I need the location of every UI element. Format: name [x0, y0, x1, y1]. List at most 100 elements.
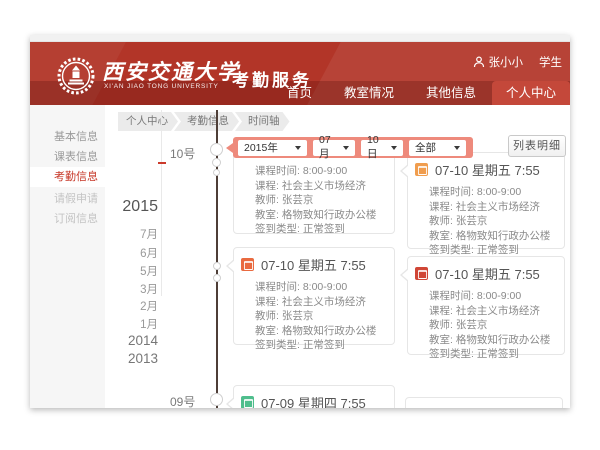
month-dropdown[interactable]: 07月 — [313, 140, 355, 156]
card-header: 07-10 星期五 7:55 — [408, 257, 564, 286]
teacher: 教师: 张芸京 — [255, 309, 386, 324]
timeline-day-09: 09号 — [170, 393, 195, 408]
nav-item-classrooms[interactable]: 教室情况 — [328, 81, 410, 105]
course-name: 课程: 社会主义市场经济 — [429, 200, 556, 215]
course-time: 课程时间: 8:00-9:00 — [429, 185, 556, 200]
timeline-node — [213, 169, 220, 176]
timeline-node — [212, 158, 221, 167]
course-name: 课程: 社会主义市场经济 — [429, 304, 556, 319]
card-arrow — [402, 165, 409, 177]
list-detail-button[interactable]: 列表明细 — [508, 135, 566, 157]
teacher: 教师: 张芸京 — [429, 214, 556, 229]
card-header: 07-09 星期四 7:55 — [234, 386, 394, 408]
card-date-title: 07-09 星期四 7:55 — [261, 393, 366, 408]
chevron-down-icon — [343, 146, 349, 150]
current-month-tick — [158, 162, 166, 164]
university-name-en: XI'AN JIAO TONG UNIVERSITY — [104, 83, 219, 90]
card-arrow — [402, 269, 409, 281]
attendance-card: 07-10 星期五 7:55 课程时间: 8:00-9:00 课程: 社会主义市… — [407, 256, 565, 355]
card-details: 课程时间: 8:00-9:00 课程: 社会主义市场经济 教师: 张芸京 教室:… — [234, 277, 394, 359]
sidebar-item-leave-request[interactable]: 请假申请 — [30, 189, 105, 209]
classroom: 教室: 格物致知行政办公楼 — [429, 229, 556, 244]
sidebar: 基本信息 课表信息 考勤信息 请假申请 订阅信息 — [30, 105, 105, 408]
card-arrow — [228, 398, 235, 408]
chevron-down-icon — [454, 146, 460, 150]
timeline-divider — [161, 110, 162, 296]
nav-item-personal-center[interactable]: 个人中心 — [492, 81, 570, 105]
card-details: 课程时间: 8:00-9:00 课程: 社会主义市场经济 教师: 张芸京 教室:… — [408, 182, 564, 264]
user-account[interactable]: 张小小 学生 — [473, 54, 563, 70]
attendance-stamp-flame-icon — [241, 258, 254, 271]
timeline-day-10: 10号 — [170, 145, 195, 162]
classroom: 教室: 格物致知行政办公楼 — [255, 324, 386, 339]
day-dropdown[interactable]: 10日 — [361, 140, 403, 156]
card-arrow — [228, 260, 235, 272]
teacher: 教师: 张芸京 — [255, 193, 386, 208]
timeline-node — [210, 393, 223, 406]
attendance-stamp-green-icon — [241, 396, 254, 408]
nav-item-other-info[interactable]: 其他信息 — [410, 81, 492, 105]
university-logo-icon — [56, 56, 96, 96]
date-filter-bar: 2015年 07月 10日 全部 — [233, 137, 473, 158]
classroom: 教室: 格物致知行政办公楼 — [255, 208, 386, 223]
user-role: 学生 — [539, 54, 562, 70]
main-nav: 首页 教室情况 其他信息 个人中心 — [271, 81, 570, 105]
timeline-month-may[interactable]: 5月 — [140, 263, 158, 279]
timeline-year-2013[interactable]: 2013 — [128, 351, 158, 366]
attendance-card: 07-10 星期五 7:55 课程时间: 8:00-9:00 课程: 社会主义市… — [233, 247, 395, 345]
nav-item-home[interactable]: 首页 — [271, 81, 328, 105]
attendance-card — [405, 397, 563, 408]
card-details: 课程时间: 8:00-9:00 课程: 社会主义市场经济 教师: 张芸京 教室:… — [408, 286, 564, 368]
month-dropdown-value: 07月 — [319, 134, 338, 161]
teacher: 教师: 张芸京 — [429, 318, 556, 333]
sidebar-item-basic-info[interactable]: 基本信息 — [30, 127, 105, 147]
type-dropdown[interactable]: 全部 — [409, 140, 466, 156]
signin-type: 签到类型: 正常签到 — [255, 338, 386, 353]
attendance-stamp-orange-icon — [415, 163, 428, 176]
year-dropdown[interactable]: 2015年 — [238, 140, 307, 156]
timeline-year-2014[interactable]: 2014 — [128, 333, 158, 348]
chevron-down-icon — [391, 146, 397, 150]
timeline-month-jan[interactable]: 1月 — [140, 316, 158, 332]
timeline-month-mar[interactable]: 3月 — [140, 281, 158, 297]
timeline-month-feb[interactable]: 2月 — [140, 298, 158, 314]
type-dropdown-value: 全部 — [415, 140, 436, 155]
day-dropdown-value: 10日 — [367, 134, 386, 161]
attendance-card: 07-10 星期五 7:55 课程时间: 8:00-9:00 课程: 社会主义市… — [407, 152, 565, 249]
course-time: 课程时间: 8:00-9:00 — [255, 164, 386, 179]
year-dropdown-value: 2015年 — [244, 140, 278, 155]
sidebar-item-schedule-info[interactable]: 课表信息 — [30, 147, 105, 167]
timeline-node — [213, 262, 221, 270]
breadcrumb-attendance-info[interactable]: 考勤信息 — [174, 112, 239, 131]
sidebar-item-attendance-info[interactable]: 考勤信息 — [30, 167, 105, 187]
app-window: 西安交通大学 XI'AN JIAO TONG UNIVERSITY 考勤服务 张… — [30, 35, 570, 408]
sidebar-item-subscription-info[interactable]: 订阅信息 — [30, 209, 105, 229]
card-date-title: 07-10 星期五 7:55 — [261, 255, 366, 274]
window-top-strip — [30, 35, 570, 42]
app-header: 西安交通大学 XI'AN JIAO TONG UNIVERSITY 考勤服务 张… — [30, 42, 570, 105]
timeline-month-jul[interactable]: 7月 — [140, 226, 158, 242]
timeline-scale: 2015 7月 6月 5月 3月 2月 1月 2014 2013 — [105, 105, 158, 365]
course-name: 课程: 社会主义市场经济 — [255, 295, 386, 310]
course-time: 课程时间: 8:00-9:00 — [429, 289, 556, 304]
card-date-title: 07-10 星期五 7:55 — [435, 160, 540, 179]
person-icon — [473, 56, 485, 68]
course-time: 课程时间: 8:00-9:00 — [255, 280, 386, 295]
signin-type: 签到类型: 正常签到 — [255, 222, 386, 237]
attendance-card: 07-09 星期四 7:55 — [233, 385, 395, 408]
timeline-year-2015[interactable]: 2015 — [122, 198, 158, 216]
university-name-cn: 西安交通大学 — [102, 56, 240, 86]
course-name: 课程: 社会主义市场经济 — [255, 179, 386, 194]
timeline-node — [213, 274, 221, 282]
user-name: 张小小 — [489, 54, 524, 70]
filter-bar-arrow — [226, 143, 233, 153]
breadcrumb-timeline[interactable]: 时间轴 — [235, 112, 290, 131]
classroom: 教室: 格物致知行政办公楼 — [429, 333, 556, 348]
card-date-title: 07-10 星期五 7:55 — [435, 264, 540, 283]
timeline-month-jun[interactable]: 6月 — [140, 245, 158, 261]
timeline-node — [210, 143, 223, 156]
signin-type: 签到类型: 正常签到 — [429, 347, 556, 362]
attendance-stamp-red-icon — [415, 267, 428, 280]
card-header: 07-10 星期五 7:55 — [234, 248, 394, 277]
chevron-down-icon — [295, 146, 301, 150]
